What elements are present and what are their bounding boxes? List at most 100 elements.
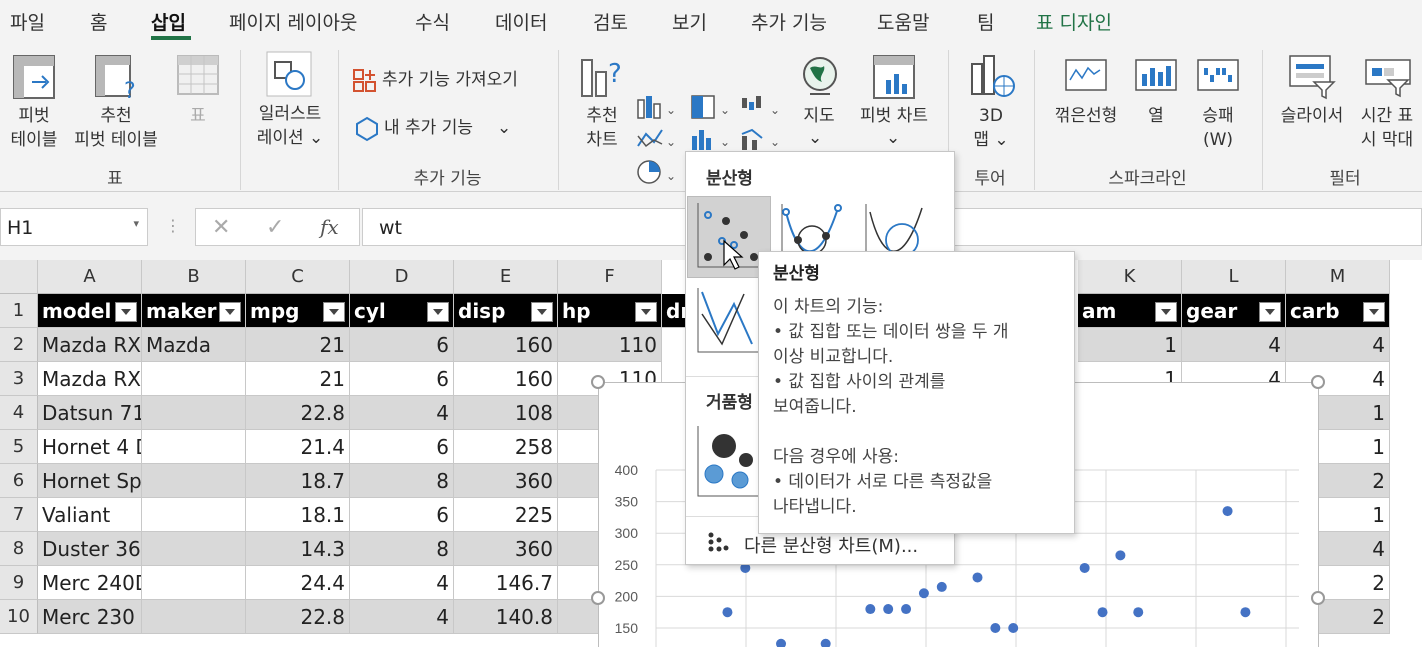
sparkline-winloss-icon[interactable]: [1196, 58, 1240, 92]
data-point[interactable]: [883, 604, 894, 615]
data-point[interactable]: [1133, 607, 1144, 618]
filter-dropdown-icon[interactable]: [531, 302, 553, 322]
data-point[interactable]: [1222, 506, 1233, 517]
table-cell-mpg[interactable]: 24.4: [246, 566, 350, 600]
table-cell-model[interactable]: Duster 360: [38, 532, 142, 566]
tab-file[interactable]: 파일: [10, 8, 45, 35]
data-point[interactable]: [990, 623, 1001, 633]
tab-view[interactable]: 보기: [672, 8, 707, 35]
table-cell-disp[interactable]: 360: [454, 532, 558, 566]
table-cell-model[interactable]: Merc 240D: [38, 566, 142, 600]
table-cell-disp[interactable]: 160: [454, 362, 558, 396]
table-cell-disp[interactable]: 225: [454, 498, 558, 532]
table-cell-model[interactable]: Datsun 710: [38, 396, 142, 430]
column-header-k[interactable]: K: [1078, 260, 1182, 294]
filter-dropdown-icon[interactable]: [323, 302, 345, 322]
sparkline-column-label[interactable]: 열: [1134, 104, 1178, 128]
table-cell-model[interactable]: Hornet 4 Drive: [38, 430, 142, 464]
slicer-label[interactable]: 슬라이서: [1272, 104, 1352, 128]
column-header-c[interactable]: C: [246, 260, 350, 294]
table-cell-maker[interactable]: [142, 396, 246, 430]
row-header[interactable]: 5: [0, 430, 38, 464]
tab-home[interactable]: 홈: [90, 8, 107, 35]
recommended-charts-icon[interactable]: ?: [580, 54, 628, 100]
table-cell-maker[interactable]: [142, 498, 246, 532]
table-cell-mpg[interactable]: 18.7: [246, 464, 350, 498]
my-addins-icon[interactable]: [354, 116, 380, 142]
data-point[interactable]: [1008, 623, 1019, 633]
pivot-chart-label[interactable]: 피벗 차트: [852, 104, 936, 128]
chevron-down-icon[interactable]: ⌄: [808, 126, 822, 150]
table-cell-disp[interactable]: 140.8: [454, 600, 558, 634]
data-point[interactable]: [1079, 562, 1090, 573]
data-point[interactable]: [901, 604, 912, 615]
table-cell-mpg[interactable]: 22.8: [246, 600, 350, 634]
tab-formulas[interactable]: 수식: [415, 8, 450, 35]
table-cell-model[interactable]: Valiant: [38, 498, 142, 532]
tab-table-design[interactable]: 표 디자인: [1036, 8, 1112, 35]
table-label[interactable]: 표: [178, 104, 218, 128]
filter-dropdown-icon[interactable]: [635, 302, 657, 322]
pivot-chart-icon[interactable]: [872, 54, 916, 100]
header-cell-carb[interactable]: carb: [1286, 294, 1390, 328]
resize-handle[interactable]: [591, 375, 605, 389]
hierarchy-chart-icon[interactable]: ⌄: [690, 94, 732, 120]
my-addins-button[interactable]: 내 추가 기능: [384, 116, 473, 140]
table-cell-cyl[interactable]: 4: [350, 396, 454, 430]
column-header-l[interactable]: L: [1182, 260, 1286, 294]
column-header-f[interactable]: F: [558, 260, 662, 294]
data-point[interactable]: [918, 588, 929, 599]
table-cell-hp[interactable]: 110: [558, 328, 662, 362]
map-globe-icon[interactable]: [800, 54, 840, 98]
row-header[interactable]: 9: [0, 566, 38, 600]
table-cell-am[interactable]: 1: [1078, 328, 1182, 362]
table-cell-carb[interactable]: 4: [1286, 328, 1390, 362]
timeline-label[interactable]: 시간 표시 막대: [1352, 104, 1422, 152]
data-point[interactable]: [1240, 607, 1251, 618]
tab-page-layout[interactable]: 페이지 레이아웃: [229, 8, 357, 35]
waterfall-chart-icon[interactable]: ⌄: [740, 94, 782, 120]
column-header-d[interactable]: D: [350, 260, 454, 294]
header-cell-maker[interactable]: maker: [142, 294, 246, 328]
column-chart-icon[interactable]: ⌄: [636, 94, 678, 120]
data-point[interactable]: [776, 638, 787, 647]
pivot-table-icon[interactable]: [12, 54, 56, 100]
table-cell-mpg[interactable]: 21: [246, 328, 350, 362]
resize-handle[interactable]: [1311, 591, 1325, 605]
illustrations-label[interactable]: 일러스트 레이션 ⌄: [245, 102, 335, 150]
sparkline-line-label[interactable]: 꺾은선형: [1046, 104, 1126, 128]
table-icon[interactable]: [176, 54, 220, 96]
data-point[interactable]: [1097, 607, 1108, 618]
table-cell-disp[interactable]: 258: [454, 430, 558, 464]
pivot-table-label[interactable]: 피벗 테이블: [0, 104, 68, 152]
table-cell-mpg[interactable]: 18.1: [246, 498, 350, 532]
column-header-m[interactable]: M: [1286, 260, 1390, 294]
sparkline-column-icon[interactable]: [1134, 58, 1178, 92]
row-header[interactable]: 7: [0, 498, 38, 532]
timeline-icon[interactable]: [1364, 58, 1414, 100]
tab-addins[interactable]: 추가 기능: [751, 8, 827, 35]
table-cell-disp[interactable]: 146.7: [454, 566, 558, 600]
tab-team[interactable]: 팀: [977, 8, 994, 35]
table-cell-cyl[interactable]: 4: [350, 600, 454, 634]
row-header[interactable]: 1: [0, 294, 38, 328]
slicer-icon[interactable]: [1288, 54, 1338, 100]
table-cell-mpg[interactable]: 14.3: [246, 532, 350, 566]
table-cell-cyl[interactable]: 6: [350, 498, 454, 532]
table-cell-cyl[interactable]: 6: [350, 328, 454, 362]
header-cell-hp[interactable]: hp: [558, 294, 662, 328]
table-cell-disp[interactable]: 360: [454, 464, 558, 498]
row-header[interactable]: 3: [0, 362, 38, 396]
row-header[interactable]: 10: [0, 600, 38, 634]
select-all-corner[interactable]: [0, 260, 38, 294]
name-box[interactable]: H1 ▾: [0, 208, 148, 246]
table-cell-disp[interactable]: 160: [454, 328, 558, 362]
table-cell-gear[interactable]: 4: [1182, 328, 1286, 362]
tab-review[interactable]: 검토: [593, 8, 628, 35]
pie-chart-icon[interactable]: ⌄: [636, 158, 678, 188]
insert-function-icon[interactable]: fx: [320, 215, 339, 239]
tab-data[interactable]: 데이터: [495, 8, 547, 35]
data-point[interactable]: [865, 604, 876, 615]
column-header-b[interactable]: B: [142, 260, 246, 294]
cancel-icon[interactable]: ✕: [212, 215, 230, 240]
